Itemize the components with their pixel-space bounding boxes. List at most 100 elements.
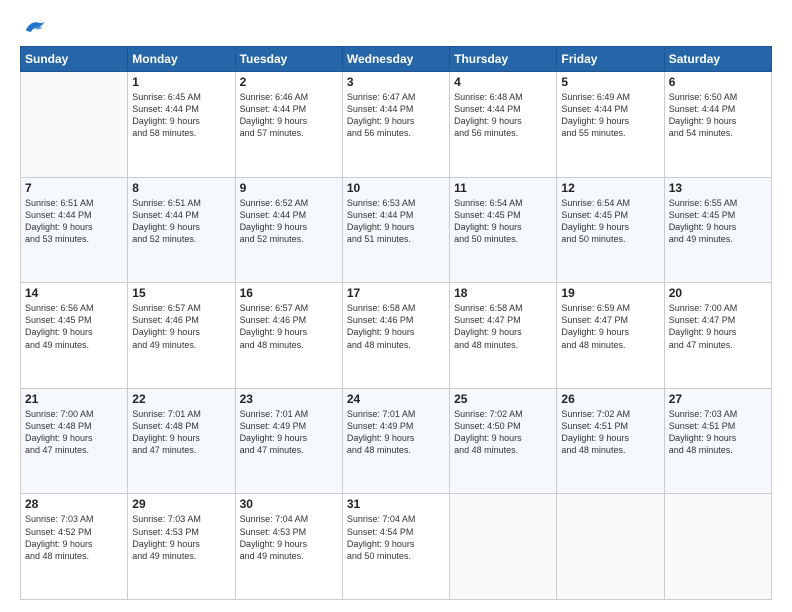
calendar-cell: 7Sunrise: 6:51 AM Sunset: 4:44 PM Daylig… — [21, 177, 128, 283]
cell-daylight-info: Sunrise: 6:59 AM Sunset: 4:47 PM Dayligh… — [561, 302, 659, 351]
day-number: 27 — [669, 392, 767, 406]
day-number: 24 — [347, 392, 445, 406]
day-number: 3 — [347, 75, 445, 89]
calendar-cell: 28 Sunrise: 7:03 AM Sunset: 4:52 PM Dayli… — [21, 494, 128, 600]
weekday-header-friday: Friday — [557, 47, 664, 72]
weekday-header-tuesday: Tuesday — [235, 47, 342, 72]
calendar-cell — [664, 494, 771, 600]
cell-daylight-info: Sunrise: 6:48 AM Sunset: 4:44 PM Dayligh… — [454, 91, 552, 140]
cell-daylight-info: Sunrise: 7:04 AM Sunset: 4:53 PM Dayligh… — [240, 513, 338, 562]
cell-daylight-info: Sunrise: 7:00 AM Sunset: 4:48 PM Dayligh… — [25, 408, 123, 457]
calendar-cell — [450, 494, 557, 600]
calendar-cell: 18 Sunrise: 6:58 AM Sunset: 4:47 PM Dayli… — [450, 283, 557, 389]
day-number: 15 — [132, 286, 230, 300]
page: SundayMondayTuesdayWednesdayThursdayFrid… — [0, 0, 792, 612]
calendar-cell: 20 Sunrise: 7:00 AM Sunset: 4:47 PM Dayli… — [664, 283, 771, 389]
cell-daylight-info: Sunrise: 6:49 AM Sunset: 4:44 PM Dayligh… — [561, 91, 659, 140]
calendar-week-row: 7Sunrise: 6:51 AM Sunset: 4:44 PM Daylig… — [21, 177, 772, 283]
weekday-header-sunday: Sunday — [21, 47, 128, 72]
cell-daylight-info: Sunrise: 6:54 AM Sunset: 4:45 PM Dayligh… — [561, 197, 659, 246]
calendar-week-row: 28 Sunrise: 7:03 AM Sunset: 4:52 PM Dayli… — [21, 494, 772, 600]
calendar-cell: 13Sunrise: 6:55 AM Sunset: 4:45 PM Dayli… — [664, 177, 771, 283]
calendar-table: SundayMondayTuesdayWednesdayThursdayFrid… — [20, 46, 772, 600]
calendar-cell: 11 Sunrise: 6:54 AM Sunset: 4:45 PM Dayli… — [450, 177, 557, 283]
weekday-header-monday: Monday — [128, 47, 235, 72]
cell-daylight-info: Sunrise: 7:02 AM Sunset: 4:50 PM Dayligh… — [454, 408, 552, 457]
day-number: 28 — [25, 497, 123, 511]
calendar-cell: 10 Sunrise: 6:53 AM Sunset: 4:44 PM Dayli… — [342, 177, 449, 283]
header — [20, 18, 772, 36]
calendar-cell: 5 Sunrise: 6:49 AM Sunset: 4:44 PM Daylig… — [557, 72, 664, 178]
calendar-cell: 24Sunrise: 7:01 AM Sunset: 4:49 PM Dayli… — [342, 388, 449, 494]
day-number: 21 — [25, 392, 123, 406]
calendar-cell: 29 Sunrise: 7:03 AM Sunset: 4:53 PM Dayli… — [128, 494, 235, 600]
calendar-cell: 22 Sunrise: 7:01 AM Sunset: 4:48 PM Dayli… — [128, 388, 235, 494]
calendar-cell: 9 Sunrise: 6:52 AM Sunset: 4:44 PM Daylig… — [235, 177, 342, 283]
calendar-cell: 12 Sunrise: 6:54 AM Sunset: 4:45 PM Dayli… — [557, 177, 664, 283]
calendar-cell: 4Sunrise: 6:48 AM Sunset: 4:44 PM Daylig… — [450, 72, 557, 178]
cell-daylight-info: Sunrise: 6:52 AM Sunset: 4:44 PM Dayligh… — [240, 197, 338, 246]
cell-daylight-info: Sunrise: 6:51 AM Sunset: 4:44 PM Dayligh… — [132, 197, 230, 246]
cell-daylight-info: Sunrise: 6:47 AM Sunset: 4:44 PM Dayligh… — [347, 91, 445, 140]
calendar-header-row: SundayMondayTuesdayWednesdayThursdayFrid… — [21, 47, 772, 72]
day-number: 9 — [240, 181, 338, 195]
calendar-cell: 6 Sunrise: 6:50 AM Sunset: 4:44 PM Daylig… — [664, 72, 771, 178]
day-number: 5 — [561, 75, 659, 89]
calendar-week-row: 1 Sunrise: 6:45 AM Sunset: 4:44 PM Daylig… — [21, 72, 772, 178]
calendar-cell: 21 Sunrise: 7:00 AM Sunset: 4:48 PM Dayli… — [21, 388, 128, 494]
calendar-cell: 14Sunrise: 6:56 AM Sunset: 4:45 PM Dayli… — [21, 283, 128, 389]
calendar-cell: 31Sunrise: 7:04 AM Sunset: 4:54 PM Dayli… — [342, 494, 449, 600]
cell-daylight-info: Sunrise: 6:58 AM Sunset: 4:46 PM Dayligh… — [347, 302, 445, 351]
logo-bird-icon — [24, 18, 46, 36]
day-number: 26 — [561, 392, 659, 406]
cell-daylight-info: Sunrise: 7:03 AM Sunset: 4:51 PM Dayligh… — [669, 408, 767, 457]
calendar-cell: 27 Sunrise: 7:03 AM Sunset: 4:51 PM Dayli… — [664, 388, 771, 494]
cell-daylight-info: Sunrise: 6:57 AM Sunset: 4:46 PM Dayligh… — [240, 302, 338, 351]
day-number: 25 — [454, 392, 552, 406]
day-number: 23 — [240, 392, 338, 406]
day-number: 20 — [669, 286, 767, 300]
cell-daylight-info: Sunrise: 6:58 AM Sunset: 4:47 PM Dayligh… — [454, 302, 552, 351]
day-number: 8 — [132, 181, 230, 195]
cell-daylight-info: Sunrise: 7:01 AM Sunset: 4:49 PM Dayligh… — [240, 408, 338, 457]
cell-daylight-info: Sunrise: 6:46 AM Sunset: 4:44 PM Dayligh… — [240, 91, 338, 140]
cell-daylight-info: Sunrise: 7:04 AM Sunset: 4:54 PM Dayligh… — [347, 513, 445, 562]
day-number: 6 — [669, 75, 767, 89]
day-number: 22 — [132, 392, 230, 406]
day-number: 10 — [347, 181, 445, 195]
cell-daylight-info: Sunrise: 6:51 AM Sunset: 4:44 PM Dayligh… — [25, 197, 123, 246]
cell-daylight-info: Sunrise: 6:50 AM Sunset: 4:44 PM Dayligh… — [669, 91, 767, 140]
calendar-cell — [557, 494, 664, 600]
cell-daylight-info: Sunrise: 6:45 AM Sunset: 4:44 PM Dayligh… — [132, 91, 230, 140]
day-number: 13 — [669, 181, 767, 195]
cell-daylight-info: Sunrise: 6:53 AM Sunset: 4:44 PM Dayligh… — [347, 197, 445, 246]
calendar-cell — [21, 72, 128, 178]
day-number: 1 — [132, 75, 230, 89]
cell-daylight-info: Sunrise: 6:54 AM Sunset: 4:45 PM Dayligh… — [454, 197, 552, 246]
day-number: 11 — [454, 181, 552, 195]
day-number: 19 — [561, 286, 659, 300]
logo — [20, 18, 48, 36]
cell-daylight-info: Sunrise: 7:01 AM Sunset: 4:48 PM Dayligh… — [132, 408, 230, 457]
cell-daylight-info: Sunrise: 7:02 AM Sunset: 4:51 PM Dayligh… — [561, 408, 659, 457]
calendar-cell: 1 Sunrise: 6:45 AM Sunset: 4:44 PM Daylig… — [128, 72, 235, 178]
day-number: 16 — [240, 286, 338, 300]
calendar-week-row: 14Sunrise: 6:56 AM Sunset: 4:45 PM Dayli… — [21, 283, 772, 389]
cell-daylight-info: Sunrise: 7:00 AM Sunset: 4:47 PM Dayligh… — [669, 302, 767, 351]
calendar-cell: 16 Sunrise: 6:57 AM Sunset: 4:46 PM Dayli… — [235, 283, 342, 389]
cell-daylight-info: Sunrise: 7:03 AM Sunset: 4:52 PM Dayligh… — [25, 513, 123, 562]
calendar-cell: 15Sunrise: 6:57 AM Sunset: 4:46 PM Dayli… — [128, 283, 235, 389]
day-number: 18 — [454, 286, 552, 300]
day-number: 29 — [132, 497, 230, 511]
calendar-week-row: 21 Sunrise: 7:00 AM Sunset: 4:48 PM Dayli… — [21, 388, 772, 494]
weekday-header-wednesday: Wednesday — [342, 47, 449, 72]
cell-daylight-info: Sunrise: 7:03 AM Sunset: 4:53 PM Dayligh… — [132, 513, 230, 562]
day-number: 12 — [561, 181, 659, 195]
calendar-cell: 23 Sunrise: 7:01 AM Sunset: 4:49 PM Dayli… — [235, 388, 342, 494]
day-number: 14 — [25, 286, 123, 300]
calendar-cell: 17Sunrise: 6:58 AM Sunset: 4:46 PM Dayli… — [342, 283, 449, 389]
calendar-cell: 30Sunrise: 7:04 AM Sunset: 4:53 PM Dayli… — [235, 494, 342, 600]
calendar-cell: 3 Sunrise: 6:47 AM Sunset: 4:44 PM Daylig… — [342, 72, 449, 178]
calendar-cell: 19 Sunrise: 6:59 AM Sunset: 4:47 PM Dayli… — [557, 283, 664, 389]
calendar-cell: 8 Sunrise: 6:51 AM Sunset: 4:44 PM Daylig… — [128, 177, 235, 283]
